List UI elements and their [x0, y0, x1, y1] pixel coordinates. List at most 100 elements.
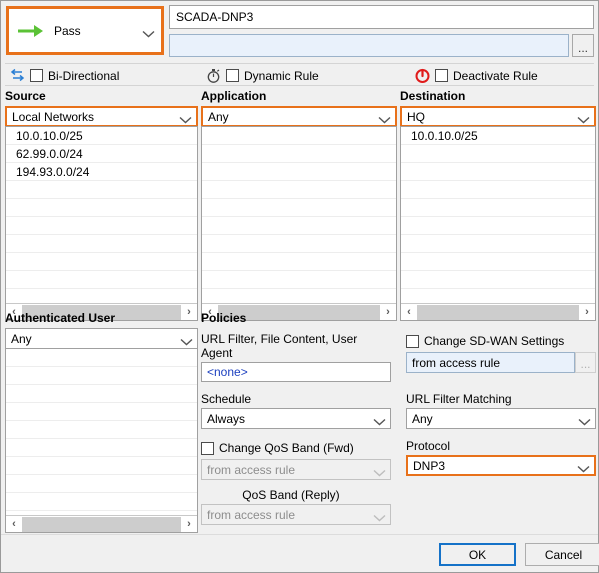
policies-panel: Policies URL Filter, File Content, User … — [201, 311, 596, 525]
policies-spacer — [406, 488, 596, 525]
list-item-empty — [202, 181, 396, 199]
url-filter-value: <none> — [207, 365, 248, 379]
qos-fwd-checkbox[interactable] — [201, 441, 214, 455]
list-item-empty — [6, 421, 197, 439]
url-filter-value-field[interactable]: <none> — [201, 362, 391, 382]
bidirectional-flag[interactable]: Bi-Directional — [9, 66, 119, 85]
authenticated-user-panel: Authenticated User Any ‹ › — [5, 311, 198, 533]
dynamic-rule-flag[interactable]: Dynamic Rule — [205, 66, 319, 85]
list-item-empty — [6, 403, 197, 421]
destination-listbox[interactable]: 10.0.10.0/25 ‹ › — [400, 126, 596, 321]
bidirectional-arrows-icon — [9, 67, 26, 84]
list-item-empty — [202, 271, 396, 289]
qos-fwd-dropdown: from access rule — [201, 459, 391, 480]
dynamic-rule-checkbox[interactable] — [226, 69, 239, 82]
ok-button[interactable]: OK — [439, 543, 516, 566]
rule-name-value: SCADA-DNP3 — [176, 10, 254, 24]
list-item-empty — [6, 271, 197, 289]
scroll-left-icon[interactable]: ‹ — [6, 517, 22, 532]
list-item-empty — [6, 181, 197, 199]
destination-list-rows: 10.0.10.0/25 — [401, 127, 595, 303]
list-item-empty — [6, 475, 197, 493]
chevron-down-icon — [373, 415, 386, 425]
chevron-down-icon — [578, 415, 591, 425]
cancel-button[interactable]: Cancel — [525, 543, 599, 566]
application-dropdown[interactable]: Any — [201, 106, 397, 127]
application-title: Application — [201, 89, 267, 103]
authenticated-user-list-rows — [6, 349, 197, 515]
deactivate-rule-flag[interactable]: Deactivate Rule — [414, 66, 538, 85]
rule-flags-bar: Bi-Directional Dynamic Rule Deactivate R… — [5, 63, 594, 86]
url-matching-group: URL Filter Matching Any — [406, 392, 596, 429]
list-item[interactable]: 10.0.10.0/25 — [401, 127, 595, 145]
list-item-empty — [6, 367, 197, 385]
rule-editor-dialog: Pass SCADA-DNP3 ... Bi-Directional Dynam… — [0, 0, 599, 573]
list-item[interactable]: 10.0.10.0/25 — [6, 127, 197, 145]
url-matching-label: URL Filter Matching — [406, 392, 512, 406]
sdwan-browse-button[interactable]: ... — [575, 352, 596, 373]
sdwan-value-field[interactable]: from access rule — [406, 352, 575, 373]
list-item-empty — [202, 235, 396, 253]
list-item-empty — [202, 163, 396, 181]
list-item-empty — [6, 253, 197, 271]
qos-fwd-value: from access rule — [207, 462, 296, 477]
protocol-dropdown[interactable]: DNP3 — [406, 455, 596, 476]
scroll-right-icon[interactable]: › — [181, 517, 197, 532]
dialog-button-bar: OK Cancel — [1, 534, 599, 572]
application-selected-value: Any — [208, 109, 229, 124]
protocol-value: DNP3 — [413, 458, 446, 473]
source-panel: Source Local Networks 10.0.10.0/25 62.99… — [5, 89, 198, 321]
list-item-empty — [401, 163, 595, 181]
protocol-label: Protocol — [406, 439, 451, 453]
source-selected-value: Local Networks — [12, 109, 95, 124]
source-listbox[interactable]: 10.0.10.0/25 62.99.0.0/24 194.93.0.0/24 … — [5, 126, 198, 321]
destination-selected-value: HQ — [407, 109, 425, 124]
bidirectional-checkbox[interactable] — [30, 69, 43, 82]
list-item-empty — [401, 271, 595, 289]
destination-title: Destination — [400, 89, 466, 103]
list-item-empty — [202, 199, 396, 217]
list-item-empty — [202, 217, 396, 235]
qos-fwd-checkbox-row[interactable]: Change QoS Band (Fwd) — [201, 439, 391, 457]
rule-comment-browse-button[interactable]: ... — [572, 34, 594, 57]
list-item-empty — [202, 145, 396, 163]
destination-dropdown[interactable]: HQ — [400, 106, 596, 127]
list-item-empty — [401, 181, 595, 199]
action-dropdown[interactable]: Pass — [6, 6, 164, 55]
authenticated-user-dropdown[interactable]: Any — [5, 328, 198, 349]
list-item-empty — [6, 457, 197, 475]
chevron-down-icon — [142, 27, 155, 37]
authenticated-user-horizontal-scrollbar[interactable]: ‹ › — [6, 515, 197, 532]
source-dropdown[interactable]: Local Networks — [5, 106, 198, 127]
dynamic-rule-label: Dynamic Rule — [244, 68, 319, 83]
qos-reply-value: from access rule — [207, 507, 296, 522]
sdwan-value: from access rule — [412, 355, 501, 370]
sdwan-checkbox[interactable] — [406, 334, 419, 348]
rule-header: Pass SCADA-DNP3 ... — [1, 1, 598, 61]
chevron-down-icon — [378, 113, 391, 123]
authenticated-user-selected-value: Any — [11, 331, 32, 346]
schedule-dropdown[interactable]: Always — [201, 408, 391, 429]
chevron-down-icon — [577, 113, 590, 123]
scroll-thumb[interactable] — [22, 516, 181, 532]
chevron-down-icon — [373, 466, 386, 476]
application-listbox[interactable]: ‹ › — [201, 126, 397, 321]
list-item-empty — [401, 199, 595, 217]
rule-comment-input[interactable] — [169, 34, 569, 57]
stopwatch-icon — [205, 67, 222, 84]
bidirectional-label: Bi-Directional — [48, 68, 120, 83]
deactivate-rule-checkbox[interactable] — [435, 69, 448, 82]
list-item-empty — [401, 145, 595, 163]
destination-panel: Destination HQ 10.0.10.0/25 ‹ › — [400, 89, 596, 321]
list-item[interactable]: 62.99.0.0/24 — [6, 145, 197, 163]
list-item-empty — [401, 253, 595, 271]
url-matching-dropdown[interactable]: Any — [406, 408, 596, 429]
list-item[interactable]: 194.93.0.0/24 — [6, 163, 197, 181]
rule-name-input[interactable]: SCADA-DNP3 — [169, 5, 594, 29]
deactivate-rule-label: Deactivate Rule — [453, 68, 538, 83]
green-arrow-icon — [17, 23, 47, 39]
authenticated-user-listbox[interactable]: ‹ › — [5, 348, 198, 533]
sdwan-checkbox-row[interactable]: Change SD-WAN Settings — [406, 332, 596, 350]
application-list-rows — [202, 127, 396, 303]
authenticated-user-title: Authenticated User — [5, 311, 116, 325]
